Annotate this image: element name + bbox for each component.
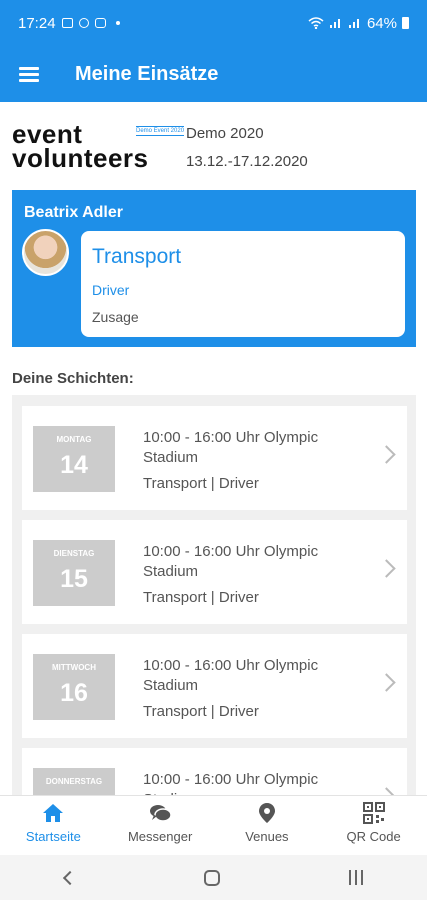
- shift-item[interactable]: Mittwoch 16 10:00 - 16:00 Uhr Olympic St…: [22, 634, 407, 738]
- logo-tag: Demo Event 2020: [136, 126, 185, 136]
- shift-date-box: Dienstag 15: [33, 540, 115, 606]
- nav-label: Venues: [245, 829, 289, 844]
- assignment-card[interactable]: Transport Driver Zusage: [81, 231, 405, 337]
- assignment-status: Zusage: [92, 309, 139, 325]
- shift-role: Transport | Driver: [143, 703, 259, 720]
- recent-apps-icon[interactable]: [348, 870, 363, 885]
- nav-startseite[interactable]: Startseite: [0, 796, 107, 855]
- page-title: Meine Einsätze: [75, 62, 219, 85]
- shift-time: 10:00 - 16:00 Uhr Olympic Stadium: [143, 543, 319, 580]
- notification-icon: [78, 18, 89, 28]
- assignment-title: Transport: [92, 245, 182, 268]
- nav-label: Messenger: [127, 829, 193, 844]
- profile-name: Beatrix Adler: [24, 204, 123, 221]
- status-bar: 17:24 64%: [0, 0, 427, 46]
- signal-icon: [329, 19, 340, 28]
- shift-weekday: Donnerstag: [45, 777, 103, 786]
- shift-weekday: Montag: [56, 435, 92, 444]
- nav-qr-code[interactable]: QR Code: [320, 796, 427, 855]
- status-time: 17:24: [18, 14, 56, 32]
- shift-item[interactable]: Dienstag 15 10:00 - 16:00 Uhr Olympic St…: [22, 520, 407, 624]
- wifi-icon: [308, 17, 324, 29]
- app-bar: Meine Einsätze: [0, 46, 427, 102]
- event-name: Demo 2020: [186, 125, 264, 142]
- shift-list: Montag 14 10:00 - 16:00 Uhr Olympic Stad…: [22, 406, 407, 862]
- event-dates: 13.12.-17.12.2020: [186, 153, 308, 170]
- signal-icon-2: [348, 19, 359, 28]
- shift-weekday: Mittwoch: [52, 663, 96, 672]
- more-notifications-icon: [115, 21, 120, 25]
- event-header: event volunteers Demo Event 2020 Demo 20…: [12, 120, 412, 180]
- nav-venues[interactable]: Venues: [214, 796, 321, 855]
- qr-code-icon: [362, 802, 385, 824]
- gallery-icon: [61, 18, 73, 28]
- nav-label: Startseite: [25, 829, 81, 844]
- event-volunteers-logo: event volunteers Demo Event 2020: [12, 120, 185, 173]
- menu-icon[interactable]: [19, 66, 39, 82]
- assignment-role: Driver: [92, 282, 130, 298]
- system-navigation-bar: [0, 855, 427, 900]
- chat-icon: [150, 805, 172, 822]
- shift-time: 10:00 - 16:00 Uhr Olympic Stadium: [143, 429, 319, 466]
- chevron-right-icon: [377, 445, 396, 464]
- shifts-heading: Deine Schichten:: [12, 370, 134, 387]
- shift-role: Transport | Driver: [143, 589, 259, 606]
- battery-percent: 64%: [366, 14, 397, 32]
- instagram-icon: [94, 18, 106, 28]
- shift-day: 15: [60, 565, 88, 593]
- avatar: [22, 229, 69, 276]
- shift-weekday: Dienstag: [53, 549, 95, 558]
- nav-label: QR Code: [346, 829, 401, 844]
- shift-item[interactable]: Montag 14 10:00 - 16:00 Uhr Olympic Stad…: [22, 406, 407, 510]
- home-button-icon[interactable]: [203, 869, 220, 886]
- chevron-right-icon: [377, 673, 396, 692]
- shift-role: Transport | Driver: [143, 475, 259, 492]
- home-icon: [43, 804, 64, 822]
- chevron-right-icon: [377, 559, 396, 578]
- location-pin-icon: [258, 803, 275, 823]
- logo-line2: volunteers: [12, 143, 149, 173]
- shift-day: 16: [60, 679, 88, 707]
- nav-messenger[interactable]: Messenger: [107, 796, 214, 855]
- battery-icon: [402, 17, 409, 29]
- bottom-navigation: Startseite Messenger Venues QR Code: [0, 795, 427, 855]
- shift-time: 10:00 - 16:00 Uhr Olympic Stadium: [143, 657, 319, 694]
- shift-day: 14: [60, 451, 88, 479]
- shift-date-box: Montag 14: [33, 426, 115, 492]
- shift-date-box: Mittwoch 16: [33, 654, 115, 720]
- profile-panel: Beatrix Adler Transport Driver Zusage: [12, 190, 416, 347]
- back-icon[interactable]: [62, 870, 77, 885]
